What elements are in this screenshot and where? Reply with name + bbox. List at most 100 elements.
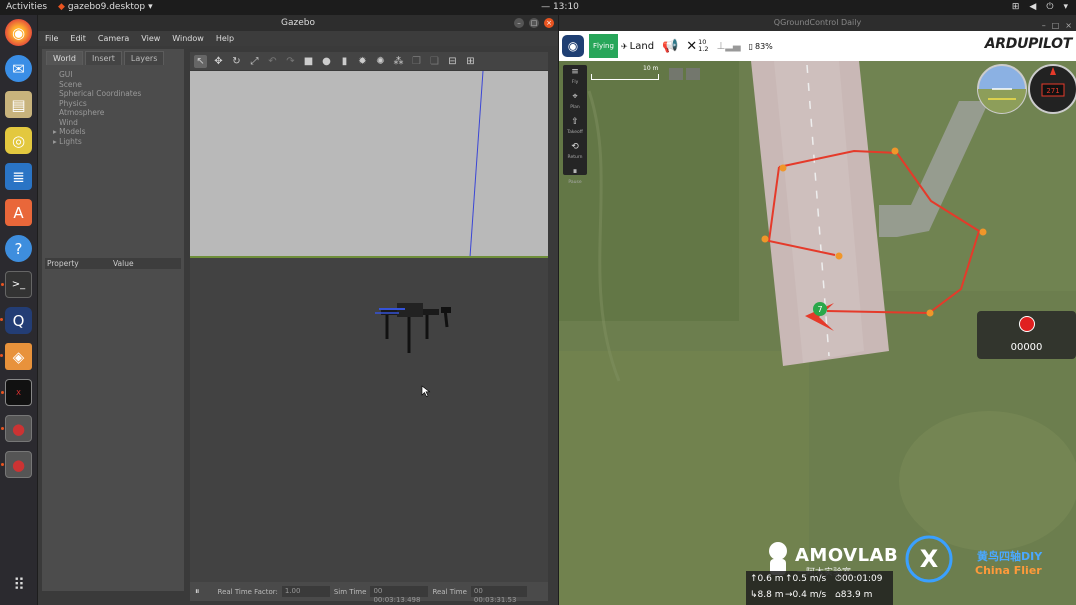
gazebo-app-icon: ◆ — [58, 2, 65, 12]
menu-camera[interactable]: Camera — [98, 31, 129, 46]
gazebo-toolbar: ↖ ✥ ↻ ⤢ ↶ ↷ ■ ● ▮ ✹ ✺ ⁂ ❐ ❏ ⊟ ⊞ — [190, 52, 548, 70]
close-icon[interactable]: × — [544, 18, 554, 28]
gazebo-3d-viewport[interactable] — [190, 71, 548, 582]
tool-return[interactable]: ⟲ Return — [563, 140, 587, 165]
files-icon[interactable]: ▤ — [5, 91, 32, 118]
snap-icon[interactable]: ⊞ — [464, 55, 477, 68]
zoom-out-button[interactable] — [669, 68, 683, 80]
cylinder-shape-icon[interactable]: ▮ — [338, 55, 351, 68]
xterm-icon[interactable]: X — [1, 379, 32, 406]
app-window-icon[interactable]: ● — [1, 415, 32, 442]
vehicle-label: 7 — [817, 305, 822, 314]
thunderbird-icon[interactable]: ✉ — [5, 55, 32, 82]
box-shape-icon[interactable]: ■ — [302, 55, 315, 68]
rc-signal-icon[interactable]: ⊥▂▄ — [716, 41, 740, 52]
translate-mode-icon[interactable]: ✥ — [212, 55, 225, 68]
firefox-icon[interactable]: ◉ — [5, 19, 32, 46]
rotate-mode-icon[interactable]: ↻ — [230, 55, 243, 68]
pause-icon[interactable]: ⏸ — [195, 587, 200, 597]
activities-button[interactable]: Activities — [6, 2, 47, 12]
redo-icon[interactable]: ↷ — [284, 55, 297, 68]
network-icon: ⊞ — [1011, 2, 1020, 12]
tree-item[interactable]: Spherical Coordinates — [59, 89, 184, 99]
point-light-icon[interactable]: ✹ — [356, 55, 369, 68]
app-menu[interactable]: ◆ gazebo9.desktop ▾ — [58, 2, 153, 12]
gazebo-statusbar: ⏸ Real Time Factor: 1.00 Sim Time 00 00:… — [190, 582, 548, 604]
menu-window[interactable]: Window — [172, 31, 204, 46]
minimize-icon[interactable]: – — [514, 18, 524, 28]
gazebo-titlebar[interactable]: Gazebo – □ × — [38, 15, 558, 31]
property-column-header: Property — [47, 259, 79, 268]
ubuntu-top-bar: Activities ◆ gazebo9.desktop ▾ — 13:10 ⊞… — [0, 0, 1076, 15]
qgc-logo-icon[interactable]: ◉ — [562, 35, 584, 57]
select-mode-icon[interactable]: ↖ — [194, 54, 207, 68]
app-menu-label: gazebo9.desktop — [67, 2, 146, 12]
help-icon[interactable]: ? — [5, 235, 32, 262]
tool-pause[interactable]: ⏸ Pause — [563, 165, 587, 190]
paper-plane-icon: ✈ — [620, 41, 628, 51]
tree-item-lights[interactable]: ▸ Lights — [53, 137, 184, 147]
tool-fly[interactable]: ≡ Fly — [563, 65, 587, 90]
quadcopter-model — [375, 303, 451, 353]
tree-item[interactable]: Wind — [59, 118, 184, 128]
tree-item[interactable]: Scene — [59, 80, 184, 90]
ardupilot-logo: ARDUPILOT — [984, 36, 1073, 52]
flight-time: ⏱00:01:09 — [835, 574, 883, 584]
gps-satellite-icon[interactable]: ✕ — [686, 39, 697, 54]
undo-icon[interactable]: ↶ — [266, 55, 279, 68]
gazebo-icon[interactable]: ◈ — [0, 343, 32, 370]
scale-mode-icon[interactable]: ⤢ — [248, 55, 261, 68]
flight-mode-label: Land — [629, 40, 655, 52]
tab-world[interactable]: World — [46, 51, 83, 65]
tree-item[interactable]: Atmosphere — [59, 108, 184, 118]
qgc-titlebar[interactable]: QGroundControl Daily – □ × — [559, 15, 1076, 31]
software-center-icon[interactable]: A — [5, 199, 32, 226]
menu-view[interactable]: View — [141, 31, 160, 46]
amsl-altitude: ↳8.8 m — [750, 589, 784, 600]
tab-layers[interactable]: Layers — [123, 51, 165, 65]
directional-light-icon[interactable]: ⁂ — [392, 55, 405, 68]
vertical-speed: ↑0.5 m/s — [785, 574, 827, 584]
tree-item-models[interactable]: ▸ Models — [53, 127, 184, 137]
tree-item[interactable]: GUI — [59, 70, 184, 80]
maximize-icon[interactable]: □ — [529, 18, 539, 28]
clock[interactable]: — 13:10 — [530, 2, 590, 12]
battery-icon: ▯ — [748, 41, 753, 51]
tool-takeoff[interactable]: ⇧ Takeoff — [563, 115, 587, 140]
viewport-overlay — [190, 71, 548, 397]
waypoint-marker — [979, 228, 987, 236]
sphere-shape-icon[interactable]: ● — [320, 55, 333, 68]
scale-label: 10 m — [643, 65, 659, 72]
paste-icon[interactable]: ❏ — [428, 55, 441, 68]
tree-item[interactable]: Physics — [59, 99, 184, 109]
tool-plan[interactable]: ⌖ Plan — [563, 90, 587, 115]
property-header: Property Value — [45, 258, 181, 269]
rhythmbox-icon[interactable]: ◎ — [5, 127, 32, 154]
terminal-icon[interactable]: >_ — [1, 271, 32, 298]
spot-light-icon[interactable]: ✺ — [374, 55, 387, 68]
real-time-label: Real Time — [432, 587, 467, 596]
menu-help[interactable]: Help — [216, 31, 234, 46]
copy-icon[interactable]: ❐ — [410, 55, 423, 68]
compass-heading: 271 — [1046, 87, 1059, 95]
flight-mode-selector[interactable]: ✈ Land — [621, 41, 654, 52]
writer-icon[interactable]: ≣ — [5, 163, 32, 190]
menu-file[interactable]: File — [45, 31, 58, 46]
battery-indicator[interactable]: ▯ 83% — [749, 42, 773, 51]
qgroundcontrol-icon[interactable]: Q — [0, 307, 32, 334]
record-button[interactable] — [1019, 316, 1035, 332]
system-tray[interactable]: ⊞ ◀ ⏻ ▾ — [1012, 2, 1068, 12]
fly-icon: ≡ — [571, 67, 579, 77]
zoom-in-button[interactable] — [686, 68, 700, 80]
volume-icon: ◀ — [1029, 2, 1037, 12]
rtf-label: Real Time Factor: — [217, 587, 278, 596]
app-window-icon[interactable]: ● — [1, 451, 32, 478]
flight-status-badge[interactable]: Flying — [589, 34, 618, 58]
plan-icon: ⌖ — [572, 92, 578, 102]
show-applications-icon[interactable]: ⠿ — [9, 575, 29, 595]
menu-edit[interactable]: Edit — [70, 31, 86, 46]
amovlab-name: AMOVLAB — [795, 545, 899, 566]
align-icon[interactable]: ⊟ — [446, 55, 459, 68]
megaphone-icon[interactable]: 📢 — [662, 39, 678, 54]
tab-insert[interactable]: Insert — [84, 51, 122, 65]
